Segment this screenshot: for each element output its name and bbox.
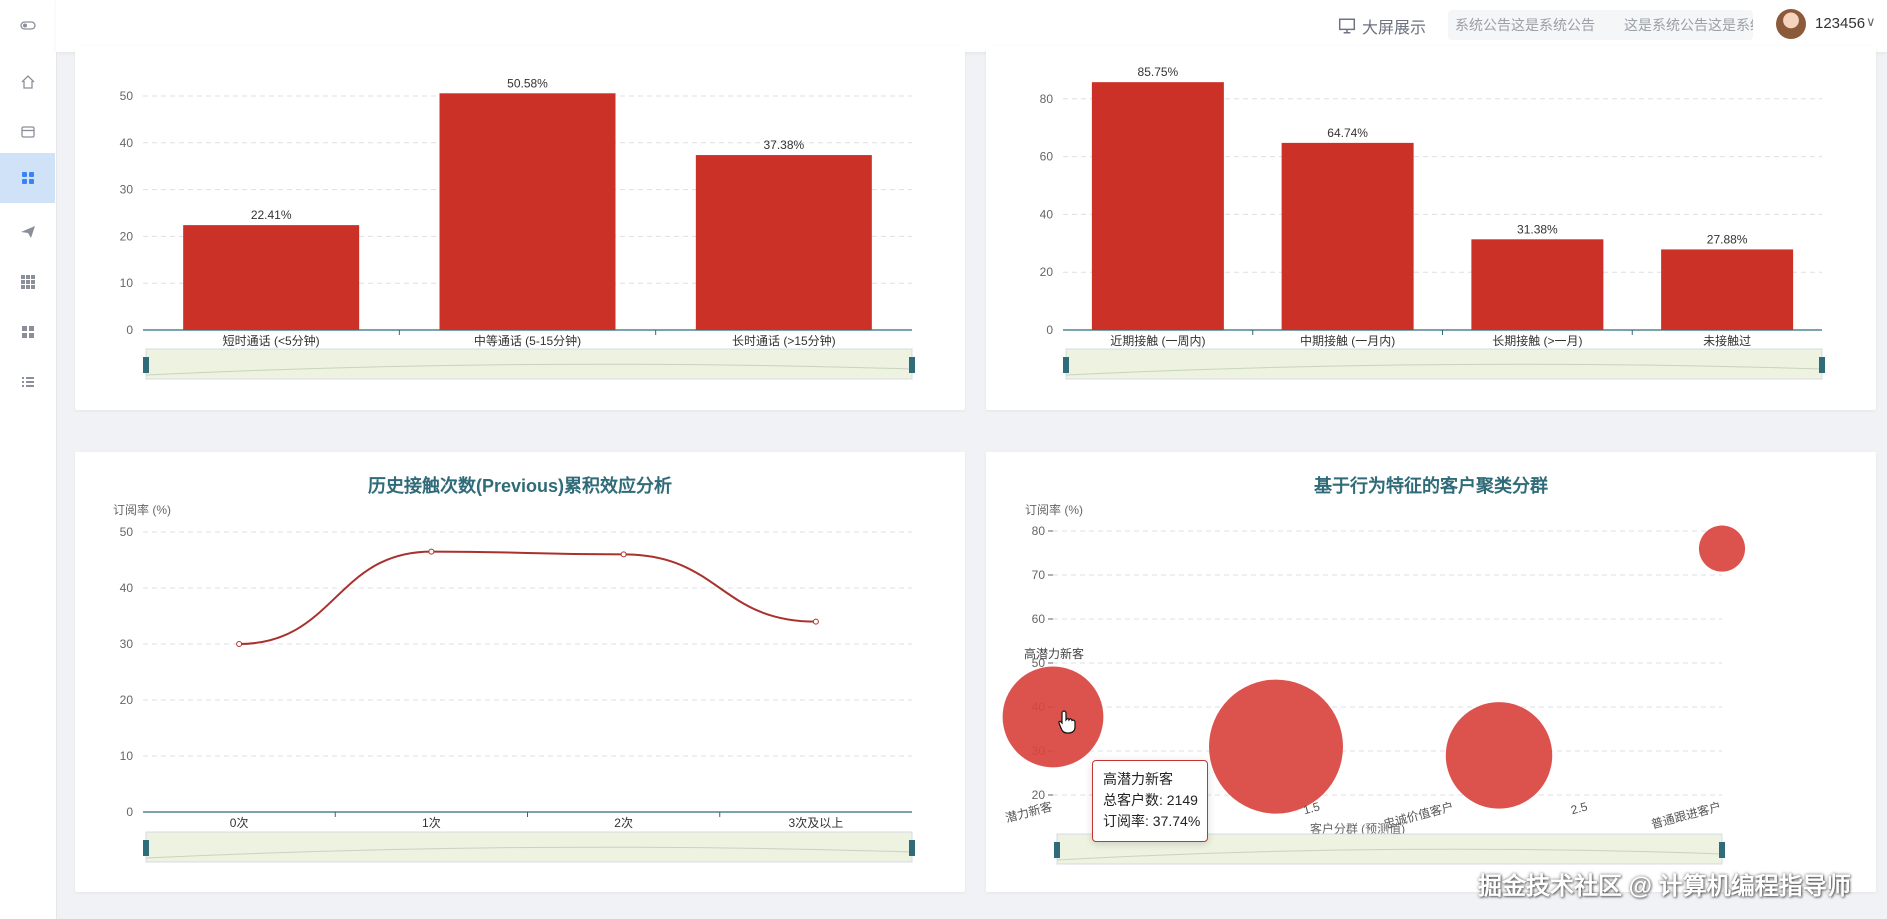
y-tick-label: 10	[120, 276, 134, 290]
bar-value-label: 27.88%	[1707, 232, 1748, 246]
x-tick-label: 2次	[614, 816, 633, 830]
bar-value-label: 85.75%	[1138, 65, 1179, 79]
bar-value-label: 22.41%	[251, 208, 292, 222]
x-tick-label: 3次及以上	[789, 816, 844, 830]
tooltip-title: 高潜力新客	[1103, 771, 1173, 787]
y-tick-label: 20	[1040, 265, 1054, 279]
charts-layer: 0 10 20 30 40 50 22.41% 短时通话 (<5分钟) 50.58% 中等通话 (…	[113, 65, 1825, 865]
line-point	[620, 551, 627, 558]
bar	[1281, 142, 1414, 330]
watermark: 掘金技术社区 @ 计算机编程指导师	[1478, 873, 1851, 900]
y-tick-label: 80	[1032, 524, 1046, 538]
y-axis-name: 订阅率 (%)	[1025, 502, 1083, 517]
x-tick-label: 0次	[230, 816, 249, 830]
hand-cursor-icon	[1058, 710, 1076, 734]
line-point	[236, 641, 243, 647]
y-tick-label: 30	[120, 637, 134, 651]
datazoom-handle-left	[143, 840, 149, 856]
line-point	[812, 618, 819, 625]
x-tick-label: 长时通话 (>15分钟)	[732, 333, 836, 348]
cluster-bubble	[1698, 525, 1746, 572]
y-tick-label: 70	[1032, 568, 1046, 582]
y-tick-label: 40	[120, 136, 134, 150]
datazoom-handle-left	[1054, 842, 1060, 858]
y-tick-label: 50	[120, 89, 134, 103]
y-tick-label: 60	[1032, 612, 1046, 626]
bar-value-label: 31.38%	[1517, 222, 1558, 236]
y-tick-label: 20	[120, 693, 134, 707]
y-tick-label: 60	[1040, 150, 1054, 164]
x-tick-label: 普通跟进客户	[1649, 798, 1722, 831]
bar	[695, 155, 872, 330]
bubble-tooltip: 高潜力新客 总客户数: 2149 订阅率: 37.74%	[1092, 760, 1208, 842]
bar-value-label: 50.58%	[507, 76, 548, 90]
x-tick-label: 中期接触 (一月内)	[1300, 333, 1395, 348]
cluster-bubble	[1445, 702, 1553, 809]
x-tick-label: 短时通话 (<5分钟)	[223, 333, 320, 348]
bar	[183, 225, 360, 330]
x-tick-label: 长期接触 (>一月)	[1492, 333, 1582, 348]
y-tick-label: 0	[1046, 323, 1053, 337]
x-tick-label: 2.5	[1569, 799, 1589, 817]
datazoom-handle-right	[1719, 842, 1725, 858]
x-tick-label: 潜力新客	[1004, 798, 1054, 825]
y-tick-label: 0	[126, 805, 133, 819]
datazoom-handle-right	[909, 357, 915, 373]
y-tick-label: 20	[1032, 788, 1046, 802]
x-tick-label: 1.5	[1302, 799, 1322, 817]
cluster-bubble	[1002, 666, 1104, 768]
tooltip-count: 总客户数: 2149	[1103, 792, 1198, 808]
y-tick-label: 80	[1040, 92, 1054, 106]
line-point	[428, 548, 435, 555]
tooltip-rate: 订阅率: 37.74%	[1103, 813, 1201, 829]
x-tick-label: 近期接触 (一周内)	[1110, 333, 1205, 348]
bar	[1471, 239, 1604, 330]
datazoom-handle-left	[1063, 357, 1069, 373]
y-tick-label: 40	[120, 581, 134, 595]
y-tick-label: 50	[120, 525, 134, 539]
bubble-label: 高潜力新客	[1024, 646, 1084, 661]
y-tick-label: 20	[120, 229, 134, 243]
datazoom-handle-left	[143, 357, 149, 373]
bar	[1091, 82, 1224, 330]
datazoom-handle-right	[909, 840, 915, 856]
y-tick-label: 10	[120, 749, 134, 763]
x-tick-label: 1次	[422, 816, 441, 830]
x-tick-label: 未接触过	[1703, 333, 1751, 348]
x-tick-label: 中等通话 (5-15分钟)	[474, 333, 581, 348]
y-tick-label: 30	[120, 183, 134, 197]
bar-value-label: 37.38%	[763, 138, 804, 152]
bar	[439, 93, 616, 330]
cluster-bubble	[1209, 679, 1343, 814]
bar-value-label: 64.74%	[1327, 126, 1368, 140]
bar	[1661, 249, 1794, 330]
y-axis-name: 订阅率 (%)	[113, 502, 171, 517]
y-tick-label: 0	[126, 323, 133, 337]
series-line	[239, 550, 816, 645]
y-tick-label: 40	[1040, 207, 1054, 221]
datazoom-handle-right	[1819, 357, 1825, 373]
